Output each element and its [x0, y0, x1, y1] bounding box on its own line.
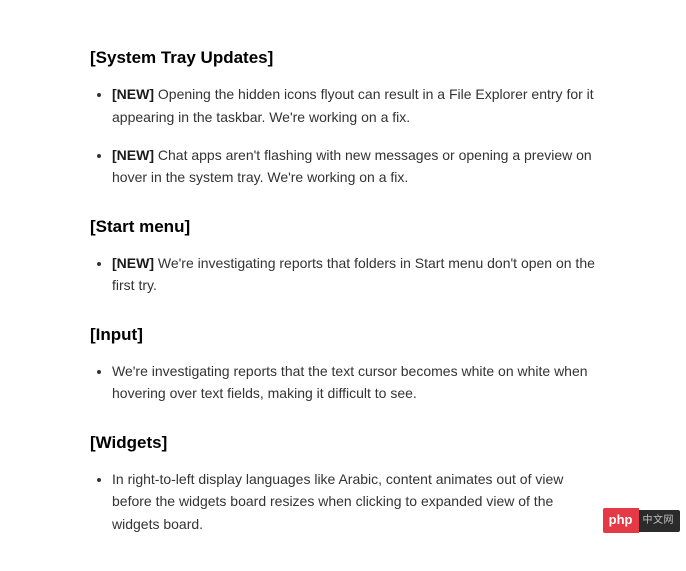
list-item: We're investigating reports that the tex… [112, 360, 596, 405]
item-text: In right-to-left display languages like … [112, 471, 563, 532]
issue-list: In right-to-left display languages like … [90, 468, 596, 535]
issue-list: [NEW] Opening the hidden icons flyout ca… [90, 83, 596, 189]
watermark: php 中文网 [603, 508, 680, 533]
new-tag: [NEW] [112, 147, 154, 163]
item-text: Chat apps aren't flashing with new messa… [112, 147, 592, 185]
section-heading: [Widgets] [90, 429, 596, 456]
issue-list: We're investigating reports that the tex… [90, 360, 596, 405]
list-item: In right-to-left display languages like … [112, 468, 596, 535]
item-text: Opening the hidden icons flyout can resu… [112, 86, 594, 124]
section-heading: [System Tray Updates] [90, 44, 596, 71]
item-text: We're investigating reports that the tex… [112, 363, 588, 401]
watermark-right: 中文网 [639, 510, 681, 532]
new-tag: [NEW] [112, 86, 154, 102]
section-heading: [Input] [90, 321, 596, 348]
item-text: We're investigating reports that folders… [112, 255, 595, 293]
list-item: [NEW] Opening the hidden icons flyout ca… [112, 83, 596, 128]
section-heading: [Start menu] [90, 213, 596, 240]
list-item: [NEW] Chat apps aren't flashing with new… [112, 144, 596, 189]
watermark-left: php [603, 508, 639, 533]
issue-list: [NEW] We're investigating reports that f… [90, 252, 596, 297]
new-tag: [NEW] [112, 255, 154, 271]
list-item: [NEW] We're investigating reports that f… [112, 252, 596, 297]
